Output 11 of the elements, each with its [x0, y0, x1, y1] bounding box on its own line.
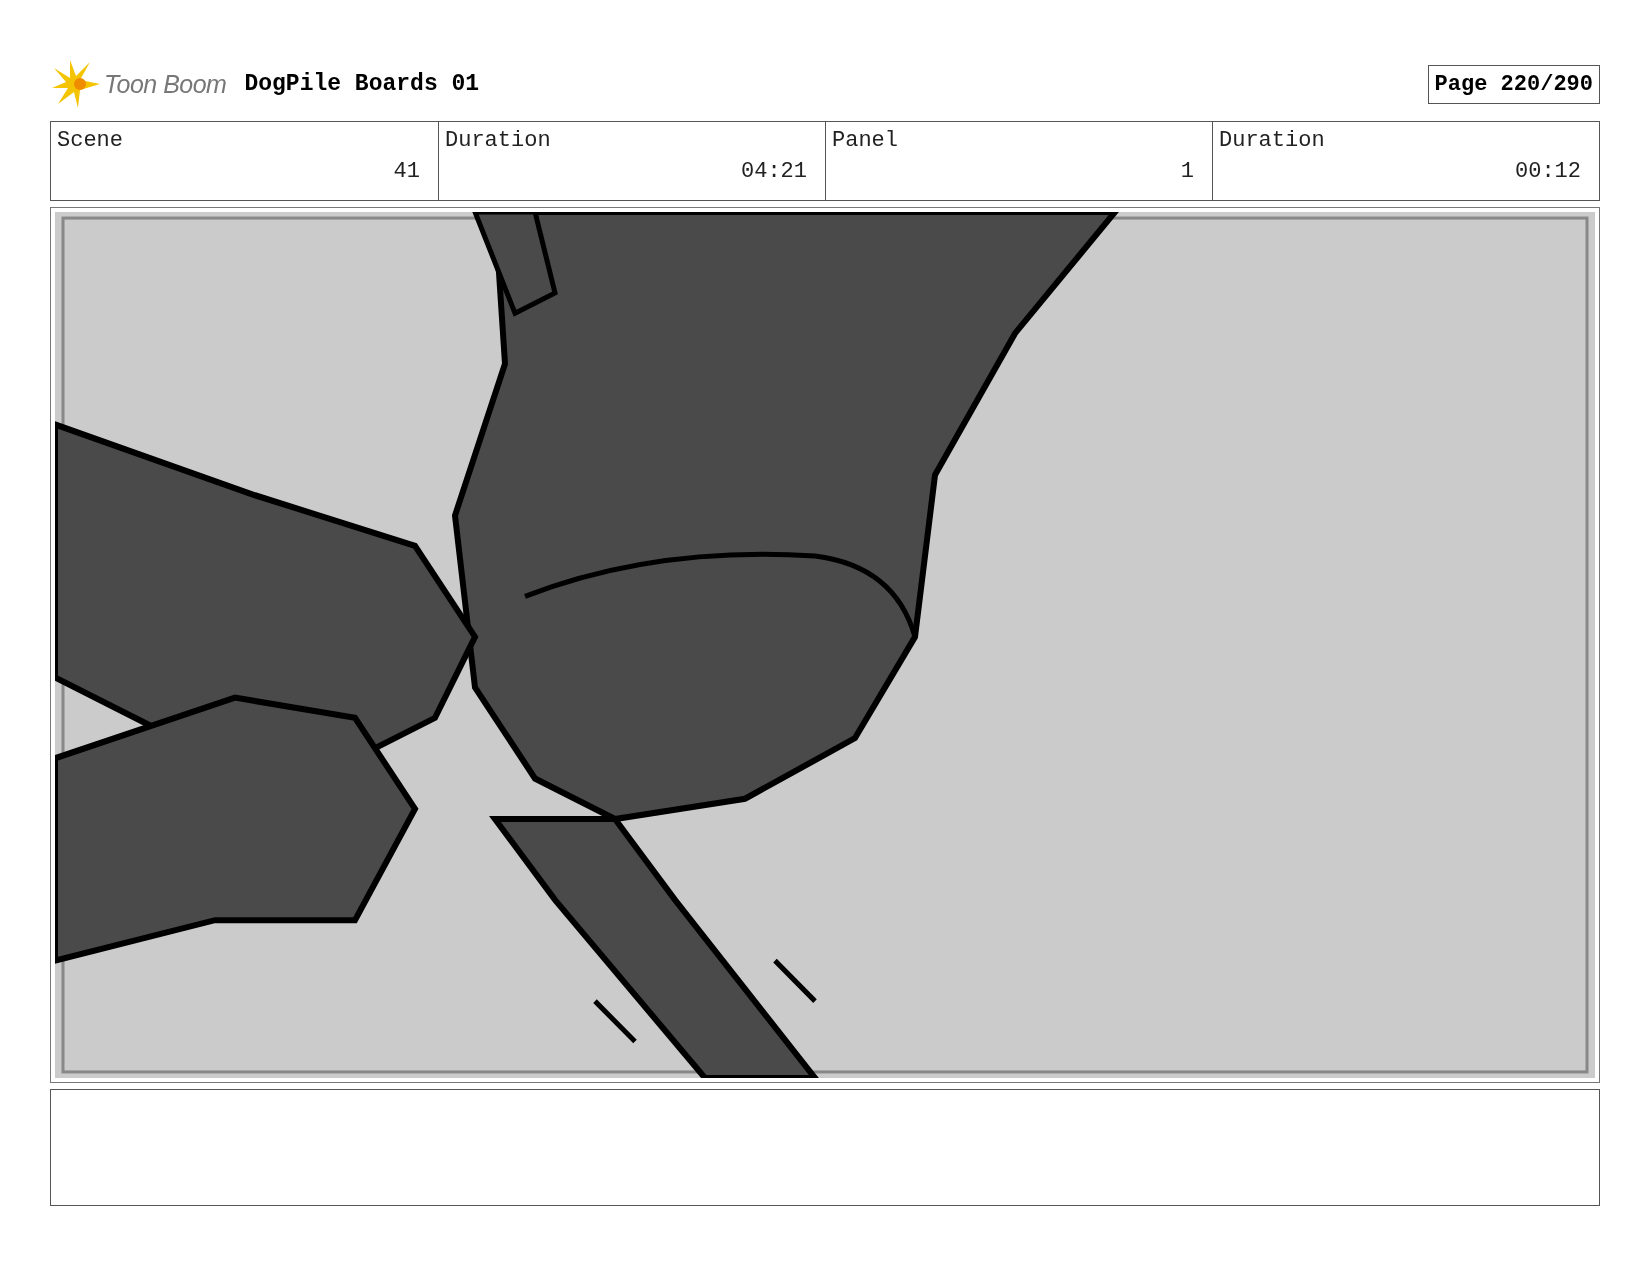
field-value: 41	[392, 159, 420, 184]
logo-text: Toon Boom	[104, 69, 227, 99]
field-value: 1	[1179, 159, 1194, 184]
field-value: 00:12	[1514, 159, 1581, 184]
field-value: 04:21	[740, 159, 807, 184]
page-number: Page 220/290	[1427, 64, 1600, 104]
board-title: DogPile Boards 01	[244, 71, 480, 97]
field-label: Duration	[1219, 128, 1326, 153]
field-label: Duration	[445, 128, 552, 153]
field-label: Panel	[832, 128, 899, 153]
field-label: Scene	[57, 128, 124, 153]
